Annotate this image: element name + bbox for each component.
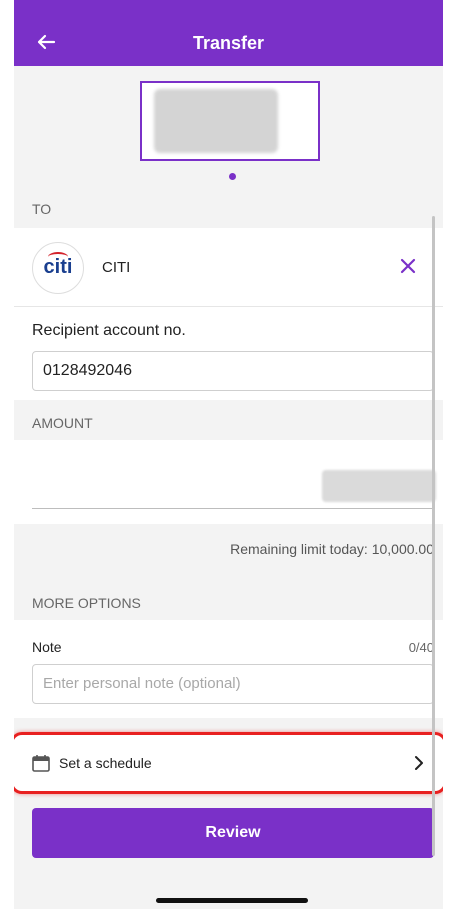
recipient-account-label: Recipient account no.: [32, 322, 186, 339]
carousel-page-indicator: [229, 173, 236, 180]
bank-name: CITI: [102, 259, 131, 276]
account-info-redacted: [154, 89, 278, 153]
note-input[interactable]: Enter personal note (optional): [32, 664, 434, 704]
calendar-icon: [32, 755, 50, 772]
chevron-right-icon: [415, 756, 423, 770]
note-section: Note Enter personal note (optional): [14, 620, 443, 718]
home-indicator: [156, 898, 308, 903]
app-header: Transfer: [14, 0, 443, 66]
set-schedule-label: Set a schedule: [59, 755, 152, 771]
amount-underline: [32, 508, 434, 509]
more-options-label: MORE OPTIONS: [32, 595, 141, 611]
page-title: Transfer: [192, 33, 265, 53]
to-section-label: TO: [32, 201, 52, 217]
recipient-account-section: Recipient account no. 0128492046: [14, 307, 443, 400]
scrollbar[interactable]: [432, 216, 435, 856]
recipient-bank-row[interactable]: citi CITI: [14, 228, 443, 307]
amount-section-label: AMOUNT: [32, 415, 93, 431]
recipient-account-input[interactable]: 0128492046: [32, 351, 434, 391]
set-schedule-row[interactable]: Set a schedule: [14, 732, 443, 794]
transfer-screen: Transfer TO citi CITI Recipient account …: [14, 0, 443, 909]
remaining-limit-text: Remaining limit today: 10,000.00: [230, 541, 434, 557]
amount-section: [14, 440, 443, 524]
source-account-card[interactable]: [140, 81, 320, 161]
note-char-counter: 0/40: [408, 640, 434, 655]
bank-logo: citi: [32, 242, 84, 294]
amount-input-redacted[interactable]: [322, 470, 436, 502]
note-label: Note: [32, 639, 62, 655]
bank-logo-text: citi: [43, 256, 73, 278]
review-button[interactable]: Review: [32, 808, 434, 858]
close-icon[interactable]: [398, 256, 418, 276]
